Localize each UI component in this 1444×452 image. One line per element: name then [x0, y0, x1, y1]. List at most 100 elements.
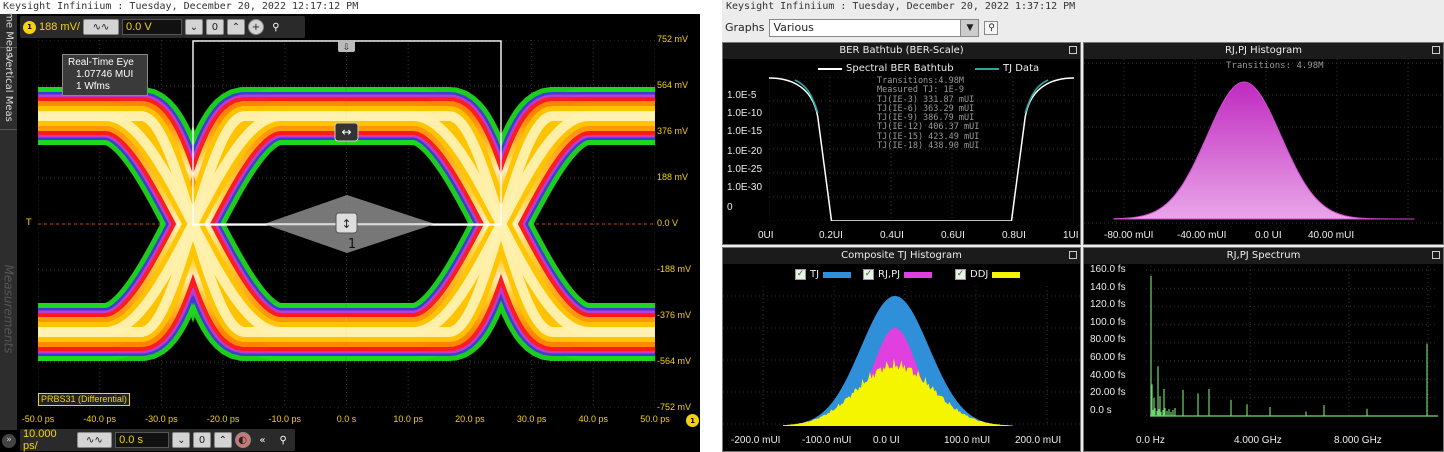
spectrum-lines [1150, 275, 1438, 417]
scope-window: Keysight Infiniium : Tuesday, December 2… [0, 0, 700, 452]
spectrum-y-tick: 80.00 fs [1090, 334, 1126, 346]
spectrum-title: RJ,PJ Spectrum [1084, 248, 1443, 264]
chevron-up-icon[interactable]: ⌃ [213, 432, 232, 448]
zero-icon[interactable]: 0 [205, 19, 224, 35]
composite-legend-item[interactable]: ✓ DDJ [955, 269, 1021, 280]
x-tick-label: -30.0 ps [145, 414, 178, 424]
spectrum-y-tick: 0.0 s [1090, 404, 1112, 416]
waveform-knob-icon[interactable]: ∿∿ [82, 19, 119, 35]
y-tick-label: 188 mV [657, 172, 689, 182]
spectrum-x-tick: 4.000 GHz [1234, 435, 1282, 446]
maximize-icon[interactable] [1432, 251, 1440, 259]
checkbox-icon[interactable]: ✓ [955, 269, 966, 280]
maximize-icon[interactable] [1432, 46, 1440, 54]
y-tick-label: -564 mV [657, 356, 692, 366]
bathtub-y-tick: 1.0E-25 [727, 164, 763, 175]
real-time-eye-info: Real-Time Eye 1.07746 MUI 1 Wfms [62, 54, 148, 96]
spectrum-y-tick: 120.0 fs [1090, 299, 1126, 311]
waveform-label[interactable]: PRBS31 (Differential) [38, 393, 130, 406]
bathtub-x-tick: 0.2UI [819, 230, 843, 241]
legend-swatch [904, 271, 933, 278]
bathtub-annotation-line: TJ(IE-18) 438.90 mUI [877, 141, 980, 152]
channel-badge[interactable]: 1 [23, 20, 36, 34]
bathtub-y-tick: 1.0E-5 [727, 90, 757, 101]
zoom-icon[interactable]: ◐ [234, 432, 251, 448]
bathtub-legend-1: Spectral BER Bathtub [818, 63, 954, 74]
composite-legend-item[interactable]: ✓ RJ,PJ [863, 269, 933, 280]
bathtub-title: BER Bathtub (BER-Scale) [723, 43, 1080, 59]
expand-icon[interactable]: » [2, 434, 16, 448]
x-tick-label: 50.0 ps [640, 414, 670, 424]
rjpj-x-tick: 40.00 mUI [1308, 230, 1355, 241]
legend-swatch [992, 271, 1021, 278]
tab-measurements[interactable]: Measurements [0, 224, 17, 394]
pin-icon[interactable]: ⚲ [984, 20, 999, 35]
pin-icon[interactable]: ⚲ [266, 19, 285, 35]
composite-x-tick: -100.0 mUI [802, 435, 852, 446]
collapse-icon[interactable]: « [253, 432, 272, 448]
bathtub-y-tick: 1.0E-10 [727, 108, 763, 119]
rjpj-histogram-plot[interactable] [1084, 59, 1443, 225]
composite-title: Composite TJ Histogram [723, 248, 1080, 264]
ddj-area [783, 358, 1013, 426]
y-tick-label: 0.0 V [657, 218, 679, 228]
y-tick-label: 564 mV [657, 80, 689, 90]
chevron-up-icon[interactable]: ⌃ [226, 19, 245, 35]
legend-label: TJ [810, 269, 820, 280]
maximize-icon[interactable] [1069, 251, 1077, 259]
rjpj-x-tick: -80.00 mUI [1104, 230, 1154, 241]
bathtub-y-tick: 1.0E-20 [727, 146, 763, 157]
chevron-down-icon[interactable]: ⌄ [172, 432, 191, 448]
y-tick-label: -188 mV [657, 264, 692, 274]
graphs-select[interactable]: Various ▼ [769, 18, 980, 37]
bathtub-panel: BER Bathtub (BER-Scale) Spectral BER Bat… [722, 42, 1081, 245]
spectrum-panel: RJ,PJ Spectrum 160.0 fs 140.0 fs 120.0 fs 1… [1083, 247, 1444, 452]
spectrum-y-tick: 60.00 fs [1090, 352, 1126, 363]
jitter-title: Keysight Infiniium : Tuesday, December 2… [726, 1, 1076, 12]
tab-vertical-meas[interactable]: Vertical Meas [0, 48, 17, 130]
composite-legend: ✓ TJ ✓ RJ,PJ ✓ DDJ [795, 269, 1055, 283]
eye-info-mui: 1.07746 MUI [76, 69, 134, 80]
composite-x-tick: 200.0 mUI [1015, 435, 1062, 446]
bathtub-y-tick: 1.0E-30 [727, 182, 763, 193]
tab-time-meas[interactable]: Time Meas [0, 4, 17, 57]
chevron-down-icon[interactable]: ⌄ [184, 19, 203, 35]
x-tick-label: -10.0 ps [268, 414, 302, 424]
vertical-toolbar: 1 188 mV/ ∿∿ 0.0 V ⌄ 0 ⌃ + ⚲ [20, 16, 305, 38]
composite-plot[interactable] [723, 286, 1080, 432]
checkbox-icon[interactable]: ✓ [795, 269, 806, 280]
timebase-knob-icon[interactable]: ∿∿ [76, 432, 113, 448]
rjpj-histogram-title: RJ,PJ Histogram [1084, 43, 1443, 59]
spectrum-y-tick: 100.0 fs [1090, 316, 1126, 328]
composite-legend-item[interactable]: ✓ TJ [795, 269, 852, 280]
horizontal-resize-icon: ↔ [341, 125, 351, 139]
rjpj-transitions: Transitions: 4.98M [1226, 61, 1324, 71]
x-tick-label: 40.0 ps [578, 414, 609, 424]
horizontal-badge[interactable]: 1 [686, 414, 699, 427]
eye-info-title: Real-Time Eye [68, 57, 134, 68]
maximize-icon[interactable] [1069, 46, 1077, 54]
horizontal-scale-value[interactable]: 10.000 ps/ [23, 428, 74, 452]
bathtub-y-tick: 0 [727, 202, 733, 213]
x-tick-label: 30.0 ps [516, 414, 547, 424]
trigger-marker[interactable]: T [26, 218, 32, 228]
down-arrow-icon: ⇩ [343, 43, 351, 53]
vertical-offset-field[interactable]: 0.0 V [121, 19, 182, 35]
spectrum-plot[interactable] [1146, 266, 1438, 422]
add-icon[interactable]: + [247, 19, 264, 35]
bathtub-legend-2: TJ Data [975, 63, 1039, 74]
checkbox-icon[interactable]: ✓ [863, 269, 874, 280]
chevron-down-icon[interactable]: ▼ [960, 19, 979, 36]
composite-x-tick: -200.0 mUI [731, 435, 781, 446]
bathtub-x-tick: 1UI [1063, 230, 1079, 241]
spectrum-x-tick: 8.000 GHz [1334, 435, 1382, 446]
composite-x-tick: 100.0 mUI [944, 435, 991, 446]
x-tick-label: -40.0 ps [83, 414, 116, 424]
zero-icon[interactable]: 0 [193, 432, 211, 448]
vertical-scale-value[interactable]: 188 mV/ [39, 21, 80, 33]
vertical-resize-icon: ↕ [341, 217, 351, 231]
side-tabs: Time Meas Vertical Meas Measurements [0, 4, 17, 430]
bathtub-x-tick: 0.4UI [880, 230, 904, 241]
horizontal-position-field[interactable]: 0.0 s [115, 432, 170, 448]
pin-icon[interactable]: ⚲ [274, 432, 293, 448]
